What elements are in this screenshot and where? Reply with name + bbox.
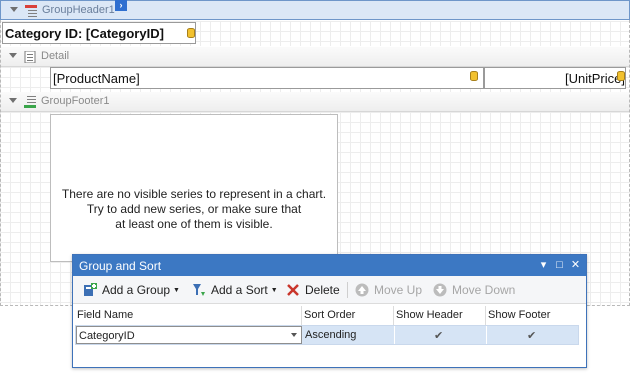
- add-sort-button[interactable]: Add a Sort ▼: [192, 280, 278, 300]
- dropdown-arrow-icon: ▼: [173, 286, 180, 294]
- checkmark-icon[interactable]: ✔: [527, 329, 536, 342]
- database-field-icon: [187, 28, 195, 38]
- collapse-arrow-icon[interactable]: [10, 7, 18, 12]
- group-header-icon: [25, 5, 37, 17]
- report-designer: GroupHeader1 › Category ID: [CategoryID]…: [0, 0, 630, 373]
- show-header-cell[interactable]: ✔: [395, 326, 487, 344]
- group-footer-icon: [24, 96, 36, 108]
- group-footer-title: GroupFooter1: [41, 95, 110, 107]
- database-field-icon: [617, 71, 625, 81]
- add-group-button[interactable]: Add a Group ▼: [83, 280, 180, 300]
- group-sort-grid: Field Name Sort Order Show Header Show F…: [75, 306, 579, 345]
- category-id-label[interactable]: Category ID: [CategoryID]: [2, 22, 196, 44]
- column-header-show-header[interactable]: Show Header: [394, 306, 486, 325]
- show-footer-cell[interactable]: ✔: [487, 326, 578, 344]
- panel-title: Group and Sort: [79, 259, 162, 273]
- add-group-icon: [84, 283, 97, 296]
- chevron-down-icon[interactable]: [291, 333, 297, 337]
- detail-icon: [24, 51, 36, 63]
- unit-price-field[interactable]: [UnitPrice]: [484, 67, 626, 89]
- move-down-button[interactable]: Move Down: [433, 280, 515, 300]
- maximize-icon[interactable]: □: [553, 258, 566, 272]
- group-sort-toolbar: Add a Group ▼ Add a Sort ▼ Delete Move U…: [73, 276, 586, 304]
- chart-empty-message: There are no visible series to represent…: [61, 187, 327, 231]
- move-up-button[interactable]: Move Up: [355, 280, 422, 300]
- checkmark-icon[interactable]: ✔: [434, 329, 443, 342]
- chart-control[interactable]: There are no visible series to represent…: [50, 114, 338, 262]
- panel-menu-icon[interactable]: ▾: [537, 258, 550, 272]
- panel-title-bar[interactable]: Group and Sort ▾ □ ✕: [73, 255, 586, 276]
- detail-band-header[interactable]: Detail: [0, 47, 630, 67]
- table-row[interactable]: CategoryID Ascending ✔ ✔: [75, 325, 579, 345]
- group-footer-band-header[interactable]: GroupFooter1: [0, 92, 630, 112]
- detail-area: [ProductName] [UnitPrice]: [0, 67, 630, 92]
- column-header-show-footer[interactable]: Show Footer: [486, 306, 579, 325]
- move-down-icon: [433, 283, 447, 297]
- collapse-arrow-icon[interactable]: [9, 53, 17, 58]
- sort-order-cell[interactable]: Ascending: [303, 326, 395, 344]
- group-header-band-header[interactable]: GroupHeader1: [0, 0, 630, 20]
- move-up-icon: [355, 283, 369, 297]
- dropdown-arrow-icon: ▼: [270, 286, 278, 294]
- close-icon[interactable]: ✕: [569, 258, 582, 272]
- product-name-field[interactable]: [ProductName]: [50, 67, 484, 89]
- column-header-field-name[interactable]: Field Name: [75, 306, 302, 325]
- group-and-sort-panel: Group and Sort ▾ □ ✕ Add a Group ▼ Add a…: [72, 254, 587, 368]
- database-field-icon: [470, 71, 478, 81]
- column-header-sort-order[interactable]: Sort Order: [302, 306, 394, 325]
- grid-header: Field Name Sort Order Show Header Show F…: [75, 306, 579, 325]
- delete-button[interactable]: Delete: [286, 280, 340, 300]
- delete-icon: [287, 284, 299, 296]
- detail-title: Detail: [41, 50, 70, 62]
- smart-tag-icon[interactable]: ›: [115, 0, 127, 11]
- field-name-combobox[interactable]: CategoryID: [76, 326, 302, 344]
- add-sort-icon: [193, 284, 205, 296]
- toolbar-separator: [347, 282, 348, 298]
- group-header-title: GroupHeader1: [42, 4, 115, 16]
- collapse-arrow-icon[interactable]: [9, 98, 17, 103]
- group-header-area: Category ID: [CategoryID]: [0, 21, 630, 46]
